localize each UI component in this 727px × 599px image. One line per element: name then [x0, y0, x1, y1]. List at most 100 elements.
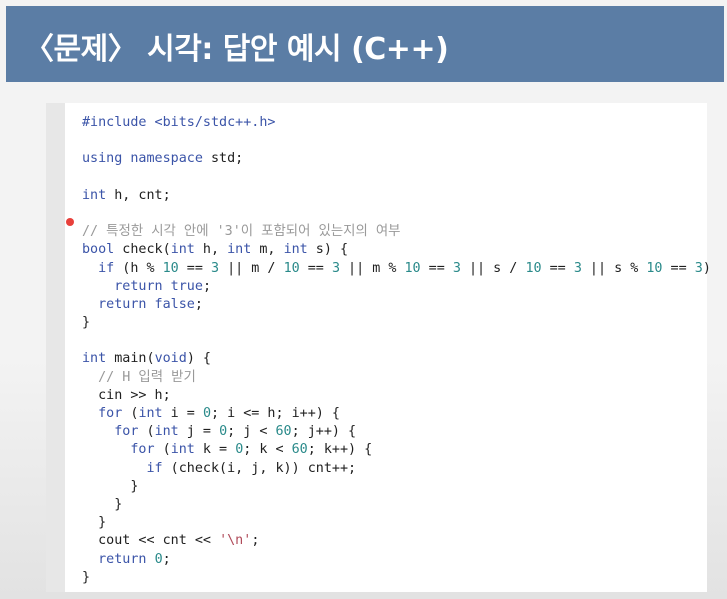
code-token: if — [98, 260, 115, 276]
code-token: int — [82, 187, 107, 203]
code-token: } — [82, 315, 91, 331]
code-token: check( — [114, 242, 171, 258]
code-token: ; — [202, 278, 211, 294]
code-line: if (h % 10 == 3 || m / 10 == 3 || m % 10… — [82, 260, 711, 278]
code-token: int — [154, 424, 179, 440]
code-token: main( — [106, 351, 155, 367]
code-token: i = — [162, 406, 203, 421]
slide-title: 〈문제〉 시각: 답안 예시 (C++) — [24, 32, 449, 67]
code-token: ; — [162, 551, 171, 567]
code-token: ( — [138, 424, 155, 440]
code-token: if — [146, 460, 163, 476]
code-line: return false; — [82, 296, 711, 314]
code-token: 10 — [283, 260, 300, 276]
code-token: h, cnt; — [106, 187, 171, 203]
code-token: ; j < — [227, 424, 276, 440]
code-token: for — [114, 424, 139, 440]
code-token: } — [82, 569, 91, 585]
code-token: using namespace — [82, 151, 203, 167]
code-token: int — [283, 242, 308, 258]
code-token: 10 — [404, 260, 421, 276]
code-token: ; k < — [243, 442, 292, 458]
code-token: cin >> h; — [82, 387, 171, 403]
code-line: return 0; — [82, 551, 711, 569]
code-token: int — [138, 406, 163, 421]
code-token: 3 — [452, 260, 461, 276]
code-token: cout << cnt << — [82, 533, 220, 549]
code-token: return true — [114, 278, 203, 294]
code-token: || m % — [340, 260, 405, 276]
code-token: 3 — [573, 260, 582, 276]
code-line: cout << cnt << '\n'; — [82, 532, 711, 550]
code-gutter — [46, 103, 65, 592]
code-token: int — [82, 351, 107, 367]
code-line: return true; — [82, 278, 711, 296]
code-token: bool — [82, 242, 115, 258]
code-token: == — [541, 260, 574, 276]
code-token: || m / — [219, 260, 284, 276]
code-token: return false — [98, 296, 195, 312]
code-token: return — [98, 551, 147, 567]
code-token: 3 — [211, 260, 220, 276]
code-line: using namespace std; — [82, 150, 711, 168]
code-line: cin >> h; — [82, 387, 711, 405]
code-token: 60 — [291, 442, 308, 458]
code-token: == — [178, 260, 211, 276]
code-token: 10 — [646, 260, 663, 276]
code-token: (check(i, j, k)) cnt++; — [162, 460, 357, 476]
code-line: // H 입력 받기 — [82, 369, 711, 387]
code-token: 0 — [154, 551, 163, 567]
code-token: m, — [251, 242, 284, 258]
code-token: == — [299, 260, 332, 276]
code-token: j = — [178, 424, 220, 440]
pointer-dot-icon — [66, 218, 74, 226]
code-token: ( — [154, 442, 171, 458]
code-line: if (check(i, j, k)) cnt++; — [82, 460, 711, 478]
code-block: #include <bits/stdc++.h> using namespace… — [82, 114, 711, 587]
code-token: ( — [122, 406, 139, 421]
code-token: int — [170, 242, 195, 258]
code-line: } — [82, 314, 711, 332]
code-token: } — [82, 478, 139, 494]
code-token: void — [154, 351, 187, 367]
code-token: || s % — [581, 260, 647, 276]
code-token: 60 — [275, 424, 292, 440]
code-token: ) — [702, 260, 711, 276]
code-token: // H 입력 받기 — [98, 369, 196, 385]
code-token: h, — [194, 242, 228, 258]
code-token: || s / — [460, 260, 526, 276]
code-line: for (int i = 0; i <= h; i++) { — [82, 405, 711, 423]
code-token: ; — [194, 296, 203, 312]
code-token: } — [82, 496, 123, 512]
code-line: } — [82, 514, 711, 532]
code-token: 0 — [202, 406, 211, 421]
code-token: for — [130, 442, 155, 458]
code-token: // 특정한 시각 안에 '3'이 포함되어 있는지의 여부 — [82, 224, 401, 240]
code-token: == — [662, 260, 695, 276]
code-token: 10 — [525, 260, 542, 276]
slide-title-bar: 〈문제〉 시각: 답안 예시 (C++) — [6, 6, 724, 82]
code-token: 0 — [219, 424, 228, 440]
code-token: int — [170, 442, 195, 458]
code-token: s) { — [307, 242, 349, 258]
code-token: ; j++) { — [291, 424, 357, 440]
code-token: == — [420, 260, 453, 276]
code-line: int main(void) { — [82, 350, 711, 368]
code-token: int — [227, 242, 252, 258]
code-token: } — [82, 515, 107, 531]
code-token: ; i <= h; i++) { — [211, 406, 340, 421]
code-line: } — [82, 478, 711, 496]
code-line: for (int j = 0; j < 60; j++) { — [82, 423, 711, 441]
